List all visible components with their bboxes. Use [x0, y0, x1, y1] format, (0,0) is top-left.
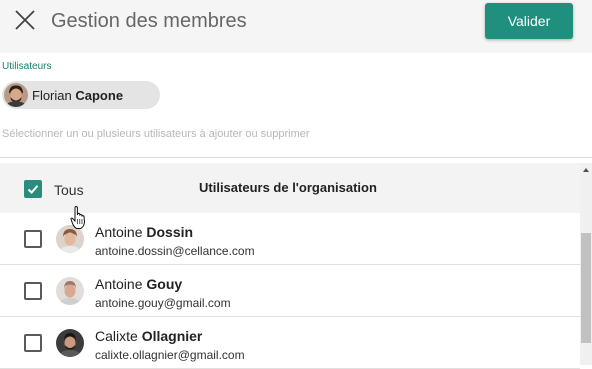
- row-checkbox[interactable]: [24, 230, 42, 248]
- hand-pointer-icon: [70, 206, 86, 229]
- last-name: Ollagnier: [141, 328, 203, 344]
- list-title: Utilisateurs de l'organisation: [199, 180, 377, 195]
- chevron-up-icon[interactable]: [580, 163, 592, 177]
- last-name: Dossin: [146, 224, 194, 240]
- dialog-header: Gestion des membres Valider: [0, 0, 592, 53]
- row-checkbox[interactable]: [24, 334, 42, 352]
- email: antoine.dossin@cellance.com: [95, 244, 255, 258]
- avatar: [4, 83, 28, 107]
- check-icon: [27, 185, 39, 194]
- selected-user-chip[interactable]: Florian Capone: [2, 81, 160, 109]
- row-checkbox[interactable]: [24, 282, 42, 300]
- list-header: Tous Utilisateurs de l'organisation: [0, 163, 580, 213]
- chip-first-name: Florian: [32, 88, 72, 103]
- scroll-thumb[interactable]: [581, 233, 591, 343]
- users-field-label: Utilisateurs: [2, 61, 52, 72]
- list-item[interactable]: Calixte Ollagnier calixte.ollagnier@gmai…: [0, 317, 580, 369]
- avatar: [56, 329, 84, 357]
- scrollbar[interactable]: [580, 163, 592, 365]
- user-search-input[interactable]: [0, 124, 589, 144]
- avatar: [56, 277, 84, 305]
- list-item[interactable]: Antoine Dossin antoine.dossin@cellance.c…: [0, 213, 580, 265]
- first-name: Antoine: [95, 224, 143, 240]
- email: calixte.ollagnier@gmail.com: [95, 348, 245, 362]
- first-name: Calixte: [95, 328, 138, 344]
- last-name: Gouy: [146, 276, 183, 292]
- validate-button[interactable]: Valider: [485, 3, 573, 39]
- select-all-checkbox[interactable]: [24, 180, 42, 198]
- page-title: Gestion des membres: [51, 10, 247, 32]
- close-icon[interactable]: [14, 9, 36, 31]
- email: antoine.gouy@gmail.com: [95, 296, 231, 310]
- divider: [0, 157, 592, 158]
- chip-last-name: Capone: [75, 88, 124, 103]
- select-all-label[interactable]: Tous: [54, 182, 84, 198]
- first-name: Antoine: [95, 276, 143, 292]
- list-item[interactable]: Antoine Gouy antoine.gouy@gmail.com: [0, 265, 580, 317]
